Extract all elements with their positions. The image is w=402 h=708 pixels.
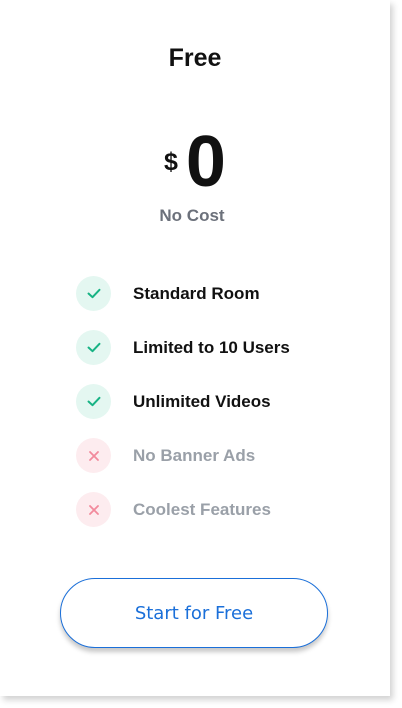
feature-item: Standard Room	[76, 276, 376, 312]
plan-title: Free	[168, 44, 222, 72]
start-for-free-button[interactable]: Start for Free	[60, 578, 328, 648]
feature-label: Standard Room	[133, 284, 260, 303]
feature-item: Unlimited Videos	[76, 384, 376, 420]
feature-label: Limited to 10 Users	[133, 338, 290, 357]
price-amount: 0	[185, 122, 226, 202]
feature-label: No Banner Ads	[133, 446, 256, 465]
check-icon	[76, 384, 111, 419]
price: $0	[0, 122, 390, 202]
check-icon	[76, 276, 111, 311]
cross-icon	[76, 438, 111, 473]
check-icon	[76, 330, 111, 365]
currency-symbol: $	[164, 148, 178, 176]
price-subtitle: No Cost	[159, 206, 225, 225]
cross-icon	[76, 492, 111, 527]
feature-label: Coolest Features	[133, 500, 271, 519]
feature-item: No Banner Ads	[76, 438, 376, 474]
feature-label: Unlimited Videos	[133, 392, 271, 411]
feature-list: Standard Room Limited to 10 Users Unlimi…	[76, 276, 376, 546]
pricing-card: Free $0 No Cost Standard Room Limited to…	[0, 0, 390, 696]
feature-item: Limited to 10 Users	[76, 330, 376, 366]
feature-item: Coolest Features	[76, 492, 376, 528]
